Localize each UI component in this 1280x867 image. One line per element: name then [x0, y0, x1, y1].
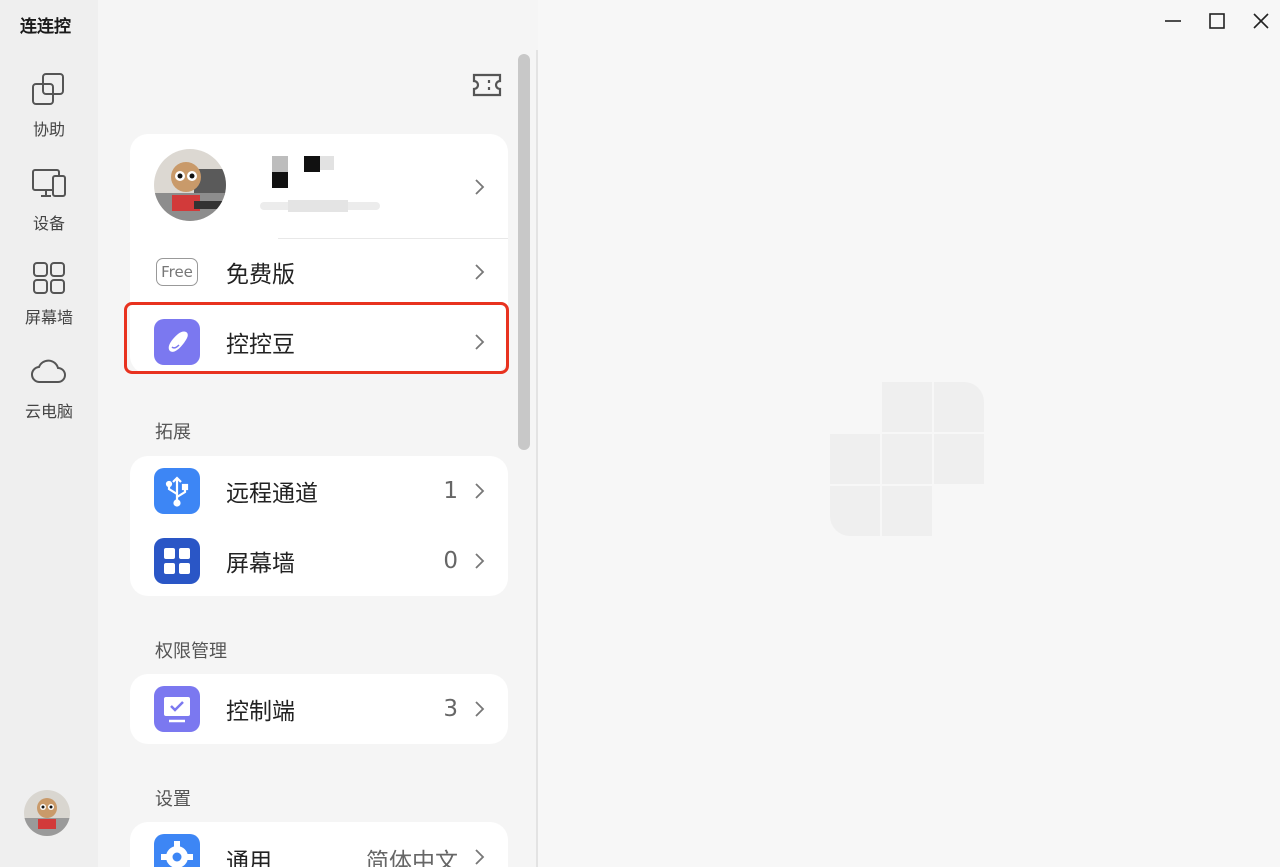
- plan-row[interactable]: Free 免费版: [130, 237, 508, 307]
- ticket-icon[interactable]: [470, 70, 504, 100]
- screen-wall-row[interactable]: 屏幕墙 0: [130, 526, 508, 596]
- device-icon: [32, 169, 66, 197]
- rail-item-label: 屏幕墙: [24, 308, 73, 327]
- left-rail: 连连控 协助 设备 屏幕墙 云电脑: [0, 0, 98, 867]
- profile-avatar: [154, 149, 226, 221]
- scrollbar-thumb[interactable]: [518, 54, 530, 450]
- remote-channel-row[interactable]: 远程通道 1: [130, 456, 508, 526]
- chevron-right-icon: [475, 553, 485, 569]
- gear-icon: [154, 834, 200, 867]
- controller-label: 控制端: [226, 699, 295, 725]
- rail-item-label: 协助: [32, 120, 65, 139]
- main-content: [538, 0, 1280, 867]
- user-avatar[interactable]: [24, 790, 70, 836]
- section-title-settings: 设置: [155, 789, 191, 810]
- general-label: 通用: [226, 849, 272, 867]
- maximize-button[interactable]: [1202, 6, 1232, 36]
- plan-label: 免费版: [226, 262, 295, 288]
- screen-wall-label: 屏幕墙: [226, 551, 295, 577]
- chevron-right-icon: [475, 179, 485, 195]
- rail-item-device[interactable]: 设备: [0, 164, 98, 244]
- maximize-icon: [1209, 13, 1225, 29]
- cloud-icon: [31, 359, 66, 383]
- controller-row[interactable]: 控制端 3: [130, 674, 508, 744]
- assist-icon: [32, 73, 64, 105]
- chevron-right-icon: [475, 701, 485, 717]
- remote-channel-label: 远程通道: [226, 481, 318, 507]
- profile-panel: Free 免费版 控控豆 拓展 远程通道 1 屏幕墙 0 权限管理 控制端 3 …: [98, 0, 536, 867]
- remote-channel-count: 1: [443, 478, 458, 504]
- controller-count: 3: [443, 696, 458, 722]
- app-title: 连连控: [20, 17, 71, 37]
- screen-wall-icon: [33, 262, 65, 294]
- rail-item-label: 云电脑: [24, 402, 73, 421]
- rail-item-cloud-pc[interactable]: 云电脑: [0, 352, 98, 432]
- rail-item-label: 设备: [32, 214, 65, 233]
- extension-card: 远程通道 1 屏幕墙 0: [130, 456, 508, 596]
- chevron-right-icon: [475, 849, 485, 865]
- section-title-permissions: 权限管理: [155, 641, 227, 662]
- close-icon: [1253, 13, 1269, 29]
- avatar-image: [24, 790, 70, 836]
- rail-item-screen-wall[interactable]: 屏幕墙: [0, 258, 98, 338]
- permissions-card: 控制端 3: [130, 674, 508, 744]
- chevron-right-icon: [475, 483, 485, 499]
- minimize-icon: [1165, 20, 1181, 22]
- free-badge-icon: Free: [156, 258, 198, 286]
- minimize-button[interactable]: [1158, 6, 1188, 36]
- close-button[interactable]: [1246, 6, 1276, 36]
- grid-icon: [154, 538, 200, 584]
- chevron-right-icon: [475, 264, 485, 280]
- screen-wall-count: 0: [443, 548, 458, 574]
- profile-row[interactable]: [130, 144, 508, 228]
- app-logo-placeholder: [830, 382, 984, 536]
- monitor-check-icon: [154, 686, 200, 732]
- usb-icon: [154, 468, 200, 514]
- highlight-box: [124, 302, 509, 374]
- section-title-extension: 拓展: [155, 422, 191, 443]
- rail-item-assist[interactable]: 协助: [0, 70, 98, 150]
- settings-card: 通用 简体中文: [130, 822, 508, 867]
- language-value: 简体中文: [366, 849, 458, 867]
- general-row[interactable]: 通用 简体中文: [130, 822, 508, 867]
